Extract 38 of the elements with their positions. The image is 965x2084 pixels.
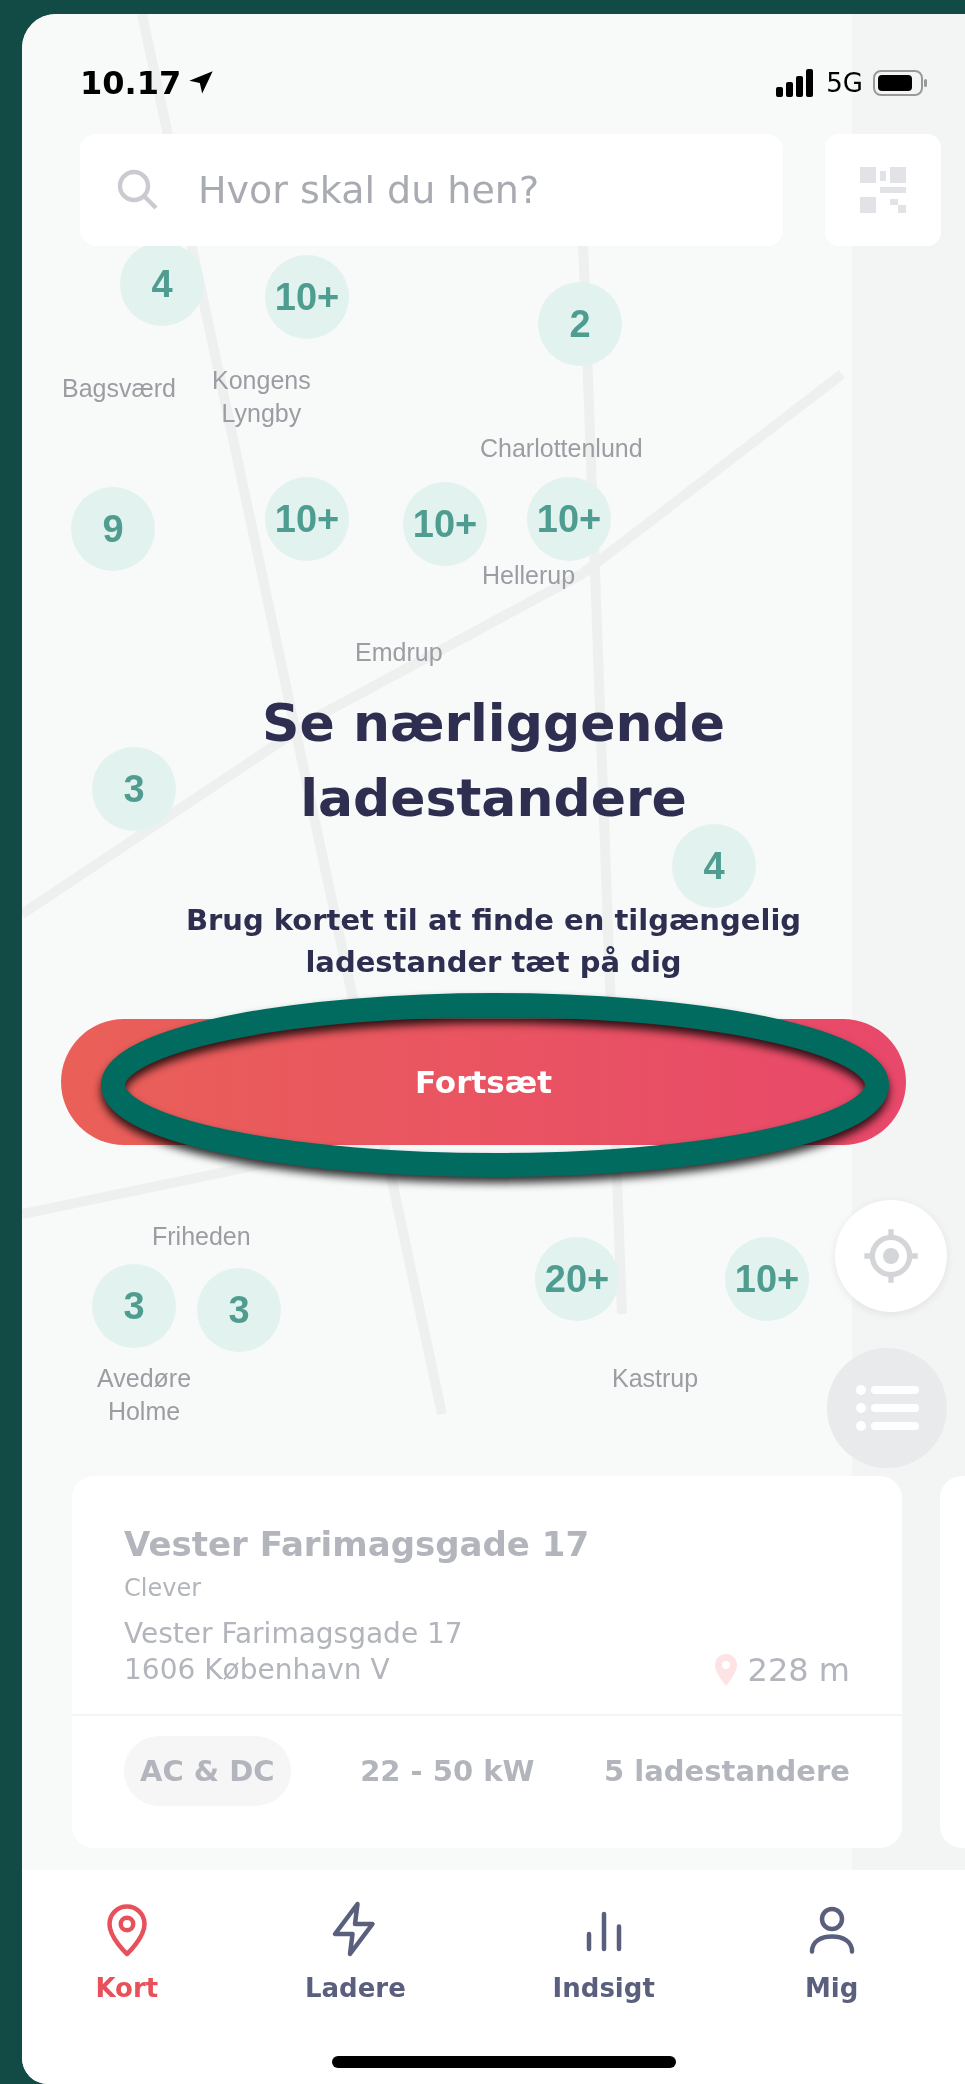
charger-cluster-marker[interactable]: 10+ — [265, 477, 349, 561]
status-time: 10.17 — [80, 64, 182, 102]
battery-icon — [873, 69, 929, 97]
map-place-label: Emdrup — [355, 637, 443, 668]
station-address: Vester Farimagsgade 17 1606 København V — [124, 1616, 463, 1689]
charger-cluster-marker[interactable]: 10+ — [725, 1237, 809, 1321]
qr-code-icon — [860, 167, 906, 213]
station-card[interactable]: Vester Farimagsgade 17 Clever Vester Farimagsgade 17 1606 København V 228 m AC & DC 22 - 50 kW 5 ladestandere — [72, 1476, 902, 1848]
charger-cluster-marker[interactable]: 3 — [92, 747, 176, 831]
location-pin-icon — [713, 1653, 738, 1686]
qr-code-button[interactable] — [825, 134, 941, 246]
network-label: 5G — [826, 68, 863, 98]
charger-cluster-marker[interactable]: 10+ — [265, 255, 349, 339]
charger-cluster-marker[interactable]: 10+ — [403, 482, 487, 566]
map-place-label: Kongens Lyngby — [212, 365, 311, 429]
map-place-label: Avedøre Holme — [97, 1363, 192, 1427]
map-place-label: Kastrup — [612, 1363, 699, 1394]
charger-cluster-marker[interactable]: 20+ — [535, 1237, 619, 1321]
tab[interactable]: Kort — [89, 1898, 165, 2018]
station-power: 22 - 50 kW — [360, 1754, 535, 1788]
map-place-label: Charlottenlund — [480, 433, 643, 464]
charger-cluster-marker[interactable]: 4 — [672, 824, 756, 908]
map-place-label: Friheden — [152, 1221, 251, 1252]
search-field[interactable]: Hvor skal du hen? — [80, 134, 783, 246]
map-place-label: Bagsværd — [62, 373, 176, 404]
plug-type-chip: AC & DC — [124, 1736, 291, 1806]
station-operator: Clever — [124, 1574, 203, 1602]
charger-cluster-marker[interactable]: 9 — [71, 487, 155, 571]
charger-count: 5 ladestandere — [604, 1754, 850, 1788]
charger-cluster-marker[interactable]: 10+ — [527, 477, 611, 561]
charger-cluster-marker[interactable]: 3 — [197, 1268, 281, 1352]
station-name: Vester Farimagsgade 17 — [124, 1524, 591, 1564]
tab[interactable]: Indsigt — [546, 1898, 661, 2018]
tab[interactable]: Ladere — [299, 1898, 412, 2018]
charger-cluster-marker[interactable]: 2 — [538, 282, 622, 366]
station-distance: 228 m — [747, 1650, 850, 1689]
charger-cluster-marker[interactable]: 3 — [92, 1264, 176, 1348]
tab[interactable]: Mig — [795, 1898, 868, 2018]
